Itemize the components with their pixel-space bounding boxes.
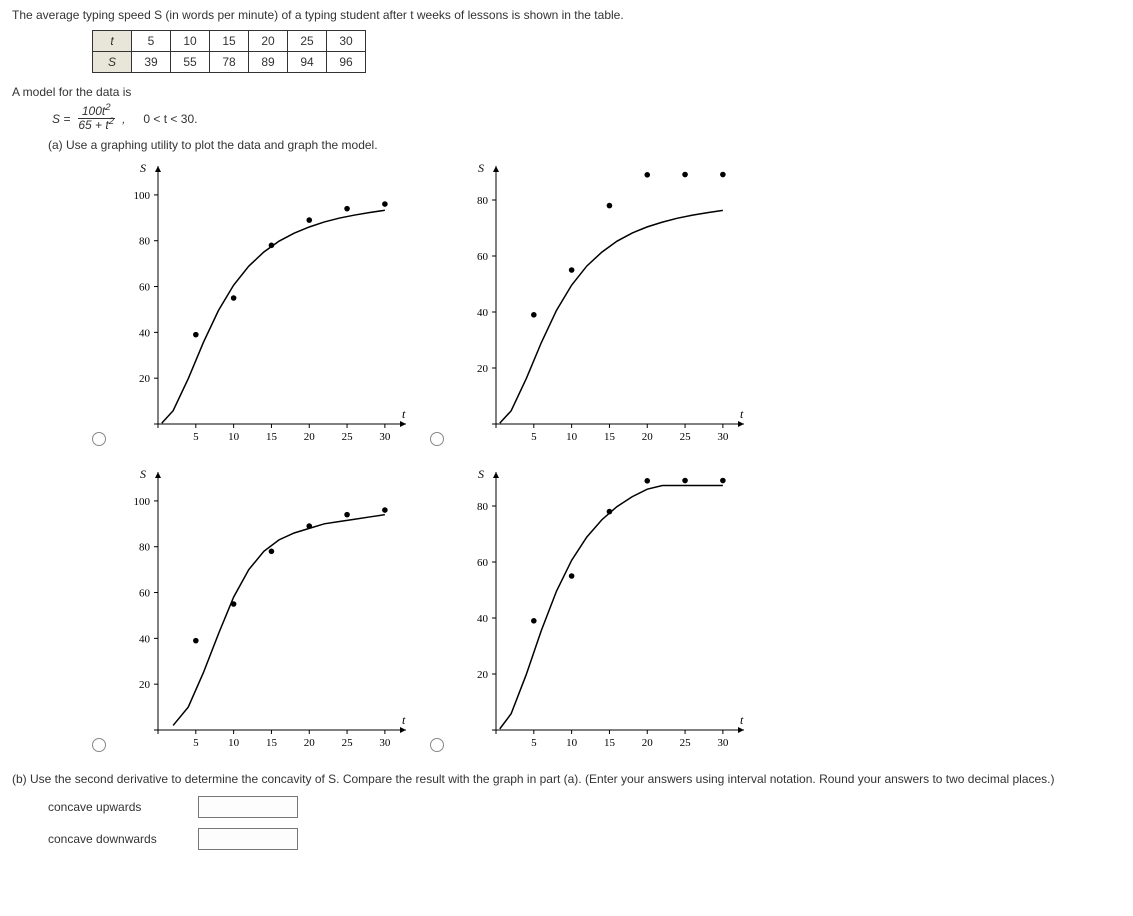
svg-text:t: t xyxy=(402,407,406,421)
svg-text:5: 5 xyxy=(193,737,199,749)
formula-num-exp: 2 xyxy=(105,102,110,113)
svg-text:15: 15 xyxy=(604,737,616,749)
table-cell: 89 xyxy=(249,52,288,73)
graph-plot: St 20 40 60 80 5 10 15 20 25 30 xyxy=(450,466,750,756)
svg-text:25: 25 xyxy=(342,737,354,749)
table-cell: 39 xyxy=(132,52,171,73)
concave-down-input[interactable] xyxy=(198,828,298,850)
svg-text:30: 30 xyxy=(379,431,391,443)
svg-text:5: 5 xyxy=(193,431,199,443)
svg-text:80: 80 xyxy=(139,236,151,248)
svg-text:40: 40 xyxy=(139,634,151,646)
svg-text:25: 25 xyxy=(342,431,354,443)
table-cell: 10 xyxy=(171,31,210,52)
svg-text:20: 20 xyxy=(477,363,489,375)
svg-text:t: t xyxy=(402,713,406,727)
table-cell: 96 xyxy=(327,52,366,73)
table-cell: 25 xyxy=(288,31,327,52)
svg-text:t: t xyxy=(740,713,744,727)
part-b-label: (b) Use the second derivative to determi… xyxy=(12,772,1121,786)
table-row1-header: t xyxy=(93,31,132,52)
svg-text:40: 40 xyxy=(477,307,489,319)
formula-comma: , xyxy=(122,112,125,126)
svg-text:60: 60 xyxy=(139,282,151,294)
model-intro: A model for the data is xyxy=(12,85,1121,99)
svg-text:80: 80 xyxy=(139,542,151,554)
svg-text:100: 100 xyxy=(134,190,151,202)
radio-option[interactable] xyxy=(430,738,444,752)
svg-text:30: 30 xyxy=(379,737,391,749)
svg-text:15: 15 xyxy=(604,431,616,443)
svg-text:30: 30 xyxy=(717,737,729,749)
graph-option[interactable]: St 20 40 60 80 5 10 15 20 25 30 xyxy=(430,160,750,450)
radio-option[interactable] xyxy=(92,738,106,752)
graph-plot: St 20 40 60 80 5 10 15 20 25 30 xyxy=(450,160,750,450)
svg-text:80: 80 xyxy=(477,501,489,513)
svg-text:25: 25 xyxy=(680,431,692,443)
svg-text:10: 10 xyxy=(566,737,578,749)
svg-text:60: 60 xyxy=(477,251,489,263)
svg-text:S: S xyxy=(140,161,146,175)
table-cell: 5 xyxy=(132,31,171,52)
formula-num: 100t xyxy=(82,104,105,118)
svg-text:S: S xyxy=(478,161,484,175)
part-a-label: (a) Use a graphing utility to plot the d… xyxy=(48,138,1121,152)
svg-text:5: 5 xyxy=(531,737,537,749)
graph-option[interactable]: St 20 40 60 80 100 5 10 15 20 25 30 xyxy=(92,466,412,756)
radio-option[interactable] xyxy=(430,432,444,446)
formula-den-exp: 2 xyxy=(109,116,114,127)
model-formula: S = 100t2 65 + t2 , 0 < t < 30. xyxy=(52,105,1121,132)
svg-text:40: 40 xyxy=(139,328,151,340)
svg-text:20: 20 xyxy=(139,680,151,692)
formula-lhs: S = xyxy=(52,112,70,126)
svg-text:40: 40 xyxy=(477,613,489,625)
svg-text:80: 80 xyxy=(477,195,489,207)
concave-down-label: concave downwards xyxy=(48,832,178,846)
svg-text:15: 15 xyxy=(266,431,278,443)
svg-text:60: 60 xyxy=(139,588,151,600)
svg-text:60: 60 xyxy=(477,557,489,569)
svg-text:15: 15 xyxy=(266,737,278,749)
svg-text:S: S xyxy=(140,467,146,481)
graph-option[interactable]: St 20 40 60 80 100 5 10 15 20 25 30 xyxy=(92,160,412,450)
intro-text: The average typing speed S (in words per… xyxy=(12,8,1121,22)
svg-text:20: 20 xyxy=(477,669,489,681)
formula-fraction: 100t2 65 + t2 xyxy=(74,105,118,132)
table-cell: 78 xyxy=(210,52,249,73)
svg-text:10: 10 xyxy=(566,431,578,443)
svg-text:20: 20 xyxy=(642,737,654,749)
table-cell: 15 xyxy=(210,31,249,52)
svg-text:20: 20 xyxy=(139,374,151,386)
svg-text:20: 20 xyxy=(304,431,316,443)
svg-text:10: 10 xyxy=(228,431,240,443)
graph-plot: St 20 40 60 80 100 5 10 15 20 25 30 xyxy=(112,466,412,756)
svg-text:20: 20 xyxy=(304,737,316,749)
svg-text:30: 30 xyxy=(717,431,729,443)
radio-option[interactable] xyxy=(92,432,106,446)
table-cell: 20 xyxy=(249,31,288,52)
concave-up-label: concave upwards xyxy=(48,800,178,814)
svg-text:t: t xyxy=(740,407,744,421)
svg-text:S: S xyxy=(478,467,484,481)
graph-option[interactable]: St 20 40 60 80 5 10 15 20 25 30 xyxy=(430,466,750,756)
formula-den: 65 + t xyxy=(78,118,108,132)
svg-text:25: 25 xyxy=(680,737,692,749)
formula-domain: 0 < t < 30. xyxy=(143,112,197,126)
svg-text:20: 20 xyxy=(642,431,654,443)
svg-text:100: 100 xyxy=(134,496,151,508)
table-row2-header: S xyxy=(93,52,132,73)
data-table: t 5 10 15 20 25 30 S 39 55 78 89 94 96 xyxy=(92,30,366,73)
table-cell: 30 xyxy=(327,31,366,52)
table-cell: 55 xyxy=(171,52,210,73)
concave-up-input[interactable] xyxy=(198,796,298,818)
table-cell: 94 xyxy=(288,52,327,73)
svg-text:5: 5 xyxy=(531,431,537,443)
graph-plot: St 20 40 60 80 100 5 10 15 20 25 30 xyxy=(112,160,412,450)
svg-text:10: 10 xyxy=(228,737,240,749)
graph-grid: St 20 40 60 80 100 5 10 15 20 25 30 St 20 40 60 80 5 10 15 2… xyxy=(92,160,750,756)
